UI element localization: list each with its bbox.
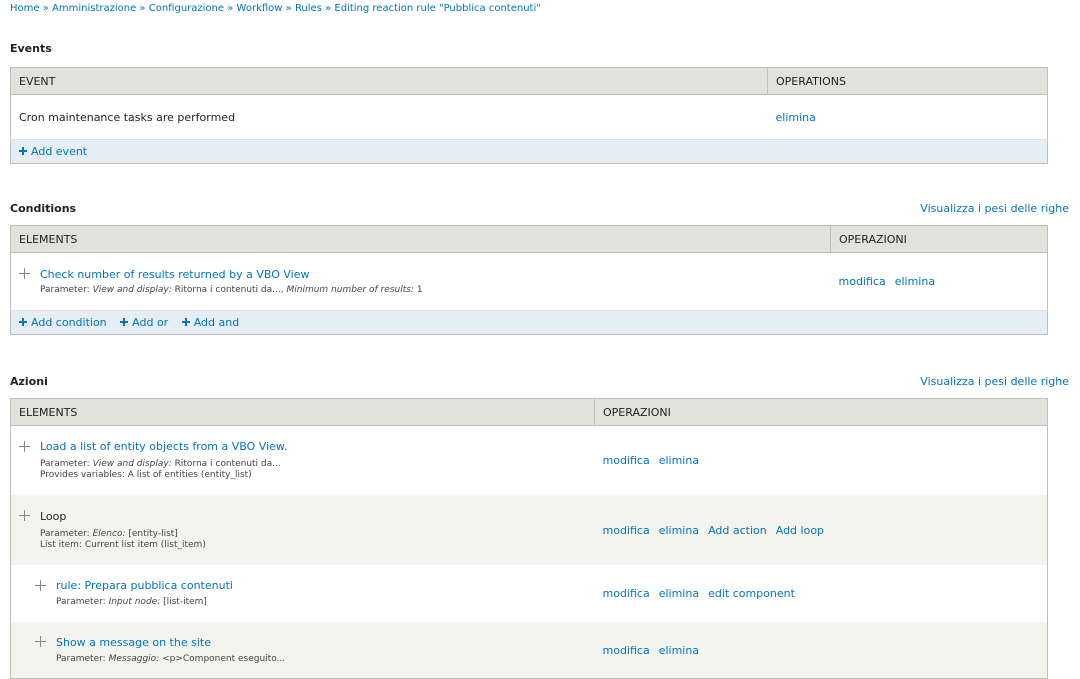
- breadcrumb-configuration[interactable]: Configurazione: [149, 3, 224, 14]
- show-message-delete-link[interactable]: elimina: [659, 644, 699, 657]
- breadcrumb-workflow[interactable]: Workflow: [237, 3, 283, 14]
- condition-edit-link[interactable]: modifica: [839, 275, 886, 288]
- actions-title: Azioni: [10, 375, 48, 388]
- breadcrumb-home[interactable]: Home: [10, 3, 40, 14]
- drag-handle-icon[interactable]: [35, 579, 46, 591]
- loop-edit-link[interactable]: modifica: [603, 524, 650, 537]
- drag-handle-icon[interactable]: [19, 268, 30, 279]
- loop-delete-link[interactable]: elimina: [659, 524, 699, 537]
- edit-component-link[interactable]: edit component: [708, 587, 795, 600]
- loop-list-item: List item: Current list item (list_item): [40, 539, 206, 550]
- rule-component-edit-link[interactable]: modifica: [603, 587, 650, 600]
- actions-col-elements: ELEMENTS: [10, 398, 595, 426]
- show-message-edit-link[interactable]: modifica: [603, 644, 650, 657]
- breadcrumb: Home » Amministrazione » Configurazione …: [10, 3, 541, 14]
- event-label: Cron maintenance tasks are performed: [10, 94, 768, 140]
- breadcrumb-administration[interactable]: Amministrazione: [52, 3, 136, 14]
- add-condition-button[interactable]: Add condition: [19, 316, 107, 329]
- breadcrumb-rules[interactable]: Rules: [295, 3, 322, 14]
- add-event-button[interactable]: Add event: [19, 145, 87, 158]
- plus-icon: [120, 318, 129, 326]
- table-row: Load a list of entity objects from a VBO…: [10, 425, 1048, 495]
- loop-title: Loop: [40, 509, 67, 523]
- show-message-title-link[interactable]: Show a message on the site: [56, 636, 211, 649]
- rule-component-title-link[interactable]: rule: Prepara pubblica contenuti: [56, 579, 233, 592]
- table-row: Cron maintenance tasks are performed eli…: [10, 94, 1048, 140]
- actions-table: ELEMENTS OPERAZIONI Load a list of entit…: [10, 398, 1048, 679]
- actions-col-ops: OPERAZIONI: [594, 398, 1048, 426]
- table-row: Show a message on the site Parameter: Me…: [10, 622, 1048, 679]
- plus-icon: [19, 147, 27, 155]
- drag-handle-icon[interactable]: [19, 510, 30, 521]
- action-delete-link[interactable]: elimina: [659, 454, 699, 467]
- conditions-show-weights-link[interactable]: Visualizza i pesi delle righe: [920, 200, 1069, 218]
- table-row: Loop Parameter: Elenco: [entity-list] Li…: [10, 495, 1048, 565]
- action-parameters: Parameter: View and display: Ritorna i c…: [40, 459, 281, 469]
- action-title-link[interactable]: Load a list of entity objects from a VBO…: [40, 440, 287, 453]
- events-table: EVENT OPERATIONS Cron maintenance tasks …: [10, 67, 1048, 164]
- events-section: Events EVENT OPERATIONS Cron maintenance…: [10, 40, 1048, 164]
- rule-component-parameters: Parameter: Input node: [list-item]: [56, 597, 207, 607]
- action-provides-variables: Provides variables: A list of entities (…: [40, 470, 252, 480]
- conditions-section: Conditions Visualizza i pesi delle righe…: [10, 200, 1069, 335]
- conditions-title: Conditions: [10, 202, 77, 215]
- conditions-col-ops: OPERAZIONI: [830, 225, 1048, 253]
- loop-add-loop-link[interactable]: Add loop: [776, 524, 824, 537]
- condition-title-link[interactable]: Check number of results returned by a VB…: [40, 268, 309, 281]
- events-col-operations: OPERATIONS: [767, 67, 1048, 95]
- events-col-event: EVENT: [10, 67, 768, 95]
- show-message-parameters: Parameter: Messaggio: <p>Component esegu…: [56, 653, 286, 664]
- add-or-button[interactable]: Add or: [120, 316, 168, 329]
- table-row: Check number of results returned by a VB…: [10, 252, 1048, 311]
- event-delete-link[interactable]: elimina: [776, 111, 816, 124]
- loop-parameters: Parameter: Elenco: [entity-list]: [40, 528, 178, 539]
- rule-component-delete-link[interactable]: elimina: [659, 587, 699, 600]
- plus-icon: [19, 318, 27, 326]
- table-row: rule: Prepara pubblica contenuti Paramet…: [10, 565, 1048, 622]
- plus-icon: [181, 318, 190, 326]
- events-title: Events: [10, 42, 52, 55]
- add-and-button[interactable]: Add and: [181, 316, 239, 329]
- drag-handle-icon[interactable]: [35, 636, 46, 647]
- conditions-table: ELEMENTS OPERAZIONI Check number of resu…: [10, 225, 1048, 335]
- actions-section: Azioni Visualizza i pesi delle righe ELE…: [10, 373, 1069, 679]
- condition-parameters: Parameter: View and display: Ritorna i c…: [40, 284, 423, 295]
- drag-handle-icon[interactable]: [19, 440, 30, 452]
- condition-delete-link[interactable]: elimina: [895, 275, 935, 288]
- breadcrumb-current[interactable]: Editing reaction rule "Pubblica contenut…: [334, 3, 540, 14]
- action-edit-link[interactable]: modifica: [603, 454, 650, 467]
- actions-show-weights-link[interactable]: Visualizza i pesi delle righe: [920, 373, 1069, 391]
- loop-add-action-link[interactable]: Add action: [708, 524, 767, 537]
- conditions-col-elements: ELEMENTS: [10, 225, 831, 253]
